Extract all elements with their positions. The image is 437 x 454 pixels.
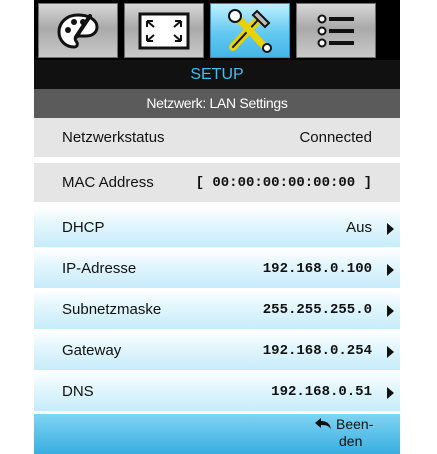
submenu-title: Netzwerk: LAN Settings [34, 89, 400, 118]
tab-options[interactable] [296, 3, 376, 58]
gateway-value: 192.168.0.254 [262, 343, 372, 359]
exit-label-line2: den [339, 433, 363, 449]
screen-fit-icon [138, 12, 190, 49]
row-dhcp[interactable]: DHCP Aus [34, 208, 400, 248]
back-arrow-icon [315, 418, 331, 429]
row-subnet-mask[interactable]: Subnetzmaske 255.255.255.0 [34, 290, 400, 330]
list-menu-icon [317, 14, 354, 47]
tab-display[interactable] [124, 3, 204, 58]
row-ip-address[interactable]: IP-Adresse 192.168.0.100 [34, 249, 400, 289]
menu-tab-bar [34, 0, 400, 60]
tab-image[interactable] [38, 3, 118, 58]
tab-setup[interactable] [210, 3, 290, 58]
exit-label-line1: Been- [336, 416, 374, 432]
row-label: Netzwerkstatus [62, 129, 165, 146]
mac-address-value: [ 00:00:00:00:00:00 ] [195, 175, 372, 191]
chevron-right-icon[interactable] [387, 387, 394, 399]
footer-bar: Been- den [34, 414, 400, 454]
row-label: Subnetzmaske [62, 301, 162, 318]
chevron-right-icon[interactable] [387, 264, 394, 276]
ip-address-value: 192.168.0.100 [262, 261, 372, 277]
menu-title: SETUP [34, 60, 400, 89]
tools-icon [228, 8, 272, 53]
row-dns[interactable]: DNS 192.168.0.51 [34, 372, 400, 412]
chevron-right-icon[interactable] [387, 346, 394, 358]
row-label: MAC Address [62, 174, 154, 191]
palette-icon [57, 12, 99, 49]
network-status-value: Connected [299, 129, 372, 146]
row-gateway[interactable]: Gateway 192.168.0.254 [34, 331, 400, 371]
row-mac-address: MAC Address [ 00:00:00:00:00:00 ] [34, 163, 400, 203]
row-label: IP-Adresse [62, 260, 137, 277]
subnet-mask-value: 255.255.255.0 [262, 302, 372, 318]
chevron-right-icon[interactable] [387, 305, 394, 317]
dhcp-value: Aus [346, 219, 372, 236]
row-label: Gateway [62, 342, 122, 359]
row-network-status: Netzwerkstatus Connected [34, 118, 400, 158]
chevron-right-icon[interactable] [387, 223, 394, 235]
row-label: DNS [62, 383, 94, 400]
dns-value: 192.168.0.51 [271, 384, 372, 400]
row-label: DHCP [62, 219, 105, 236]
